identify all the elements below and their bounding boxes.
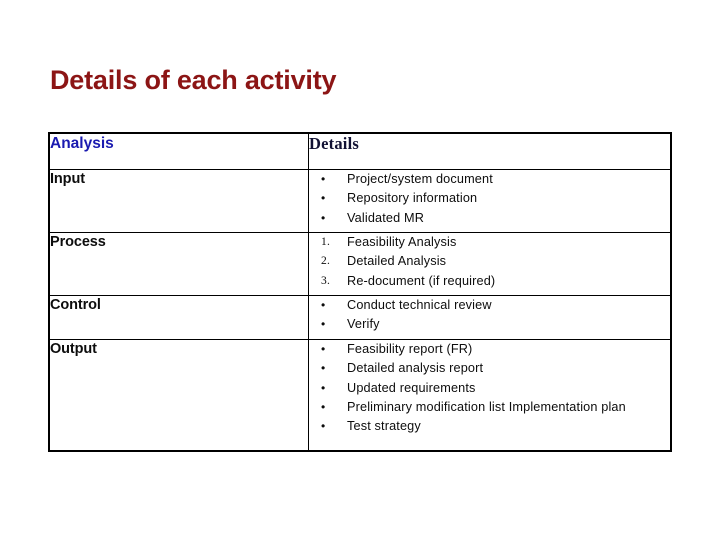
- bullet-icon: •: [321, 342, 326, 356]
- row-label-input: Input: [50, 171, 85, 187]
- list-item-text: Project/system document: [347, 172, 493, 186]
- row-label-cell-output: Output: [49, 339, 309, 451]
- list-item-text: Validated MR: [347, 210, 425, 225]
- list-item: • Repository information: [309, 189, 670, 208]
- row-details-cell-control: • Conduct technical review • Verify: [308, 295, 671, 340]
- list-item: 1. Feasibility Analysis: [309, 233, 670, 252]
- list-number: 1.: [321, 236, 331, 248]
- numbered-list-process: 1. Feasibility Analysis 2. Detailed Anal…: [309, 233, 670, 291]
- bullet-icon: •: [321, 399, 326, 414]
- row-details-cell-output: • Feasibility report (FR) • Detailed ana…: [308, 339, 671, 451]
- bullet-list-input: • Project/system document • Repository i…: [309, 170, 670, 228]
- row-label-process: Process: [50, 234, 106, 250]
- list-item: • Conduct technical review: [309, 296, 670, 315]
- list-item-text: Repository information: [347, 191, 478, 206]
- list-item: • Preliminary modification list Implemen…: [309, 398, 670, 417]
- list-item-text: Conduct technical review: [347, 298, 492, 312]
- row-details-cell-input: • Project/system document • Repository i…: [308, 169, 671, 233]
- row-label-output: Output: [50, 341, 97, 357]
- row-details-cell-process: 1. Feasibility Analysis 2. Detailed Anal…: [308, 232, 671, 296]
- list-item-text: Feasibility report (FR): [347, 342, 473, 356]
- column-header-analysis: Analysis: [50, 135, 114, 152]
- bullet-icon: •: [321, 361, 326, 376]
- row-label-cell-process: Process: [49, 232, 309, 296]
- list-item-text: Verify: [347, 317, 380, 332]
- bullet-list-control: • Conduct technical review • Verify: [309, 296, 670, 335]
- list-item: • Validated MR: [309, 209, 670, 228]
- list-item: • Updated requirements: [309, 379, 670, 398]
- list-item-text: Detailed analysis report: [347, 361, 484, 376]
- bullet-icon: •: [321, 191, 326, 206]
- bullet-list-output: • Feasibility report (FR) • Detailed ana…: [309, 340, 670, 436]
- list-item: 2. Detailed Analysis: [309, 252, 670, 271]
- list-item-text: Test strategy: [347, 419, 421, 434]
- table-row: Control • Conduct technical review • Ver…: [49, 295, 671, 340]
- slide-canvas: Details of each activity Analysis Detail…: [0, 0, 720, 540]
- row-label-cell-input: Input: [49, 169, 309, 233]
- bullet-icon: •: [321, 298, 326, 312]
- column-header-details: Details: [309, 134, 359, 153]
- bullet-icon: •: [321, 380, 326, 395]
- list-item-text: Updated requirements: [347, 380, 476, 395]
- list-item-text: Re-document (if required): [347, 273, 496, 288]
- activity-details-table: Analysis Details Input • Project/system …: [48, 132, 672, 452]
- row-label-cell-control: Control: [49, 295, 309, 340]
- row-label-control: Control: [50, 297, 101, 313]
- table-row: Output • Feasibility report (FR) • Detai…: [49, 339, 671, 451]
- column-header-analysis-cell: Analysis: [49, 133, 309, 170]
- list-item: • Detailed analysis report: [309, 359, 670, 378]
- list-item-text: Detailed Analysis: [347, 254, 447, 269]
- page-title: Details of each activity: [50, 65, 337, 95]
- bullet-icon: •: [321, 419, 326, 434]
- table-header-row: Analysis Details: [49, 133, 671, 170]
- list-item: • Feasibility report (FR): [309, 340, 670, 359]
- bullet-icon: •: [321, 317, 326, 332]
- bullet-icon: •: [321, 210, 326, 225]
- list-number: 2.: [321, 255, 331, 268]
- list-item: • Project/system document: [309, 170, 670, 189]
- list-item-text: Preliminary modification list Implementa…: [347, 399, 626, 414]
- column-header-details-cell: Details: [308, 133, 671, 170]
- list-item: 3. Re-document (if required): [309, 272, 670, 291]
- list-item: • Verify: [309, 315, 670, 334]
- bullet-icon: •: [321, 172, 326, 186]
- list-number: 3.: [321, 274, 331, 287]
- list-item: • Test strategy: [309, 417, 670, 436]
- list-item-text: Feasibility Analysis: [347, 235, 457, 249]
- table-row: Process 1. Feasibility Analysis 2. Detai…: [49, 232, 671, 296]
- table-row: Input • Project/system document • Reposi…: [49, 169, 671, 233]
